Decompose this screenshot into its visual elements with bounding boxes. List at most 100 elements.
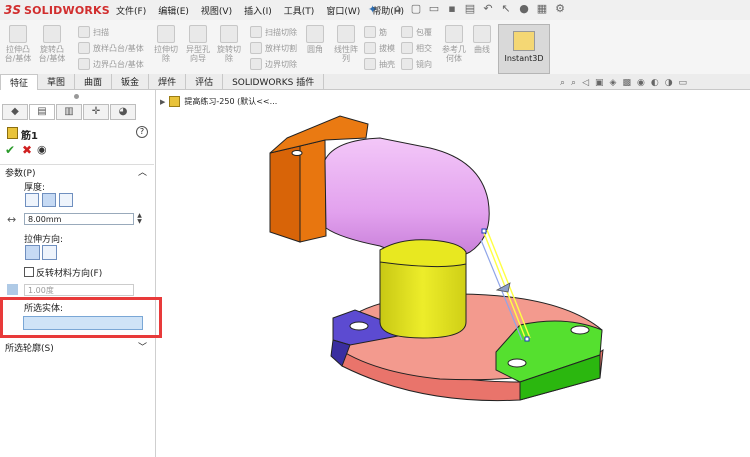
menu-view[interactable]: 视图(V) [201,4,232,17]
curves-button[interactable]: 曲线 [470,25,494,54]
select-icon[interactable]: ↖ [500,2,512,16]
instant3d-button[interactable]: Instant3D [498,24,550,74]
configuration-manager-tab-icon[interactable]: ▥ [56,104,82,120]
open-folder-icon[interactable]: ▭ [428,2,440,16]
zoom-area-icon[interactable]: ⌕ [571,78,576,88]
thickness-input[interactable]: 8.00mm [24,213,134,225]
normal-to-sketch-button[interactable] [42,245,57,260]
swept-cut-button[interactable]: 扫描切除 [250,26,297,38]
logo-mark: 3S [4,3,21,17]
fillet-icon [306,25,324,43]
preview-eye-icon[interactable]: ◉ [37,143,47,156]
undo-icon[interactable]: ↶ [482,2,494,16]
draft-angle-icon [7,284,18,295]
display-style-icon[interactable]: ▩ [622,78,631,88]
wrap-button[interactable]: 包覆 [401,26,432,38]
selected-contours-section-header[interactable]: 所选轮廓(S) ﹀ [0,340,154,354]
tab-sheet-metal[interactable]: 钣金 [112,74,150,89]
extrude-boss-icon [9,25,27,43]
extrude-cut-button[interactable]: 拉伸切除 [152,25,180,63]
tab-addins[interactable]: SOLIDWORKS 插件 [223,74,325,89]
scene-icon[interactable]: ◑ [665,78,673,88]
home-icon[interactable]: ⌂ [392,2,404,16]
hole-wizard-button[interactable]: 异型孔向导 [184,25,212,63]
loft-icon [78,42,90,54]
lofted-cut-icon [250,42,262,54]
quick-access-toolbar: ⌂ ▢ ▭ ▪ ▤ ↶ ↖ ● ▦ ⚙ [392,2,566,16]
menu-window[interactable]: 窗口(W) [326,4,360,17]
rebuild-icon[interactable]: ● [518,2,530,16]
hide-show-icon[interactable]: ◉ [637,78,645,88]
tab-features[interactable]: 特征 [0,74,39,90]
revolve-boss-icon [43,25,61,43]
swept-cut-icon [250,26,262,38]
extrude-boss-button[interactable]: 拉伸凸台/基体 [3,25,33,63]
thickness-spinner[interactable]: ▲ ▼ [135,213,144,225]
loft-button[interactable]: 放样凸台/基体 [78,42,144,54]
left-lug-hole [349,321,369,331]
tab-weldments[interactable]: 焊件 [149,74,187,89]
draft-angle-input[interactable]: 1.00度 [24,284,134,296]
display-settings-icon[interactable]: ▭ [679,78,688,88]
parallel-to-sketch-button[interactable] [25,245,40,260]
revolve-cut-button[interactable]: 旋转切除 [215,25,243,63]
display-manager-tab-icon[interactable]: ◕ [110,104,136,120]
shell-icon [364,58,376,70]
print-icon[interactable]: ▤ [464,2,476,16]
reference-geometry-button[interactable]: 参考几何体 [440,25,468,63]
cancel-x-icon[interactable]: ✖ [22,143,32,157]
sweep-button[interactable]: 扫描 [78,26,109,38]
mirror-icon [401,58,413,70]
save-icon[interactable]: ▪ [446,2,458,16]
dimxpert-tab-icon[interactable]: ✛ [83,104,109,120]
panel-grip[interactable] [74,94,79,99]
property-manager-tab-icon[interactable]: ▤ [29,104,55,120]
shell-button[interactable]: 抽壳 [364,58,395,70]
appearance-icon[interactable]: ◐ [651,78,659,88]
flip-material-checkbox[interactable] [24,267,34,277]
lofted-cut-button[interactable]: 放样切割 [250,42,297,54]
pin-icon[interactable]: ✦ [368,3,377,16]
parameters-section-header[interactable]: 参数(P) ︿ [0,164,154,179]
section-view-icon[interactable]: ▣ [595,78,604,88]
options-gear-icon[interactable]: ⚙ [554,2,566,16]
heads-up-view-toolbar: ⌕ ⌕ ◁ ▣ ◈ ▩ ◉ ◐ ◑ ▭ [560,78,687,88]
tab-sketch[interactable]: 草图 [38,74,76,89]
thickness-both-sides-button[interactable] [42,193,56,207]
boundary-button[interactable]: 边界凸台/基体 [78,58,144,70]
menu-edit[interactable]: 编辑(E) [158,4,189,17]
file-properties-icon[interactable]: ▦ [536,2,548,16]
menu-file[interactable]: 文件(F) [116,4,146,17]
thickness-side1-button[interactable] [25,193,39,207]
mirror-button[interactable]: 镜向 [401,58,432,70]
boundary-cut-button[interactable]: 边界切除 [250,58,297,70]
help-icon[interactable]: ? [136,126,148,138]
linear-pattern-button[interactable]: 线性阵列 [332,25,360,63]
rib-button[interactable]: 筋 [364,26,387,38]
end-block-hole [291,150,303,156]
rib-feature-icon [7,127,18,139]
fillet-button[interactable]: 圆角 [302,25,328,54]
menu-insert[interactable]: 插入(I) [244,4,272,17]
thickness-side2-button[interactable] [59,193,73,207]
revolve-cut-icon [220,25,238,43]
3d-viewport[interactable] [156,90,750,457]
right-lug-hole-2 [507,358,527,368]
zoom-fit-icon[interactable]: ⌕ [560,78,565,88]
solidworks-logo[interactable]: 3S SOLIDWORKS [4,3,110,17]
intersect-icon [401,42,413,54]
thickness-label: 厚度: [24,183,46,193]
revolve-boss-button[interactable]: 旋转凸台/基体 [36,25,68,63]
previous-view-icon[interactable]: ◁ [582,78,589,88]
view-orientation-icon[interactable]: ◈ [610,78,617,88]
intersect-button[interactable]: 相交 [401,42,432,54]
new-document-icon[interactable]: ▢ [410,2,422,16]
extrude-cut-icon [157,25,175,43]
feature-manager-tab-icon[interactable]: ◆ [2,104,28,120]
draft-button[interactable]: 拔模 [364,42,395,54]
ok-check-icon[interactable]: ✔ [5,143,15,157]
tab-evaluate[interactable]: 评估 [186,74,224,89]
menu-tools[interactable]: 工具(T) [284,4,315,17]
tab-surfaces[interactable]: 曲面 [75,74,113,89]
selected-bodies-list[interactable] [23,316,143,330]
